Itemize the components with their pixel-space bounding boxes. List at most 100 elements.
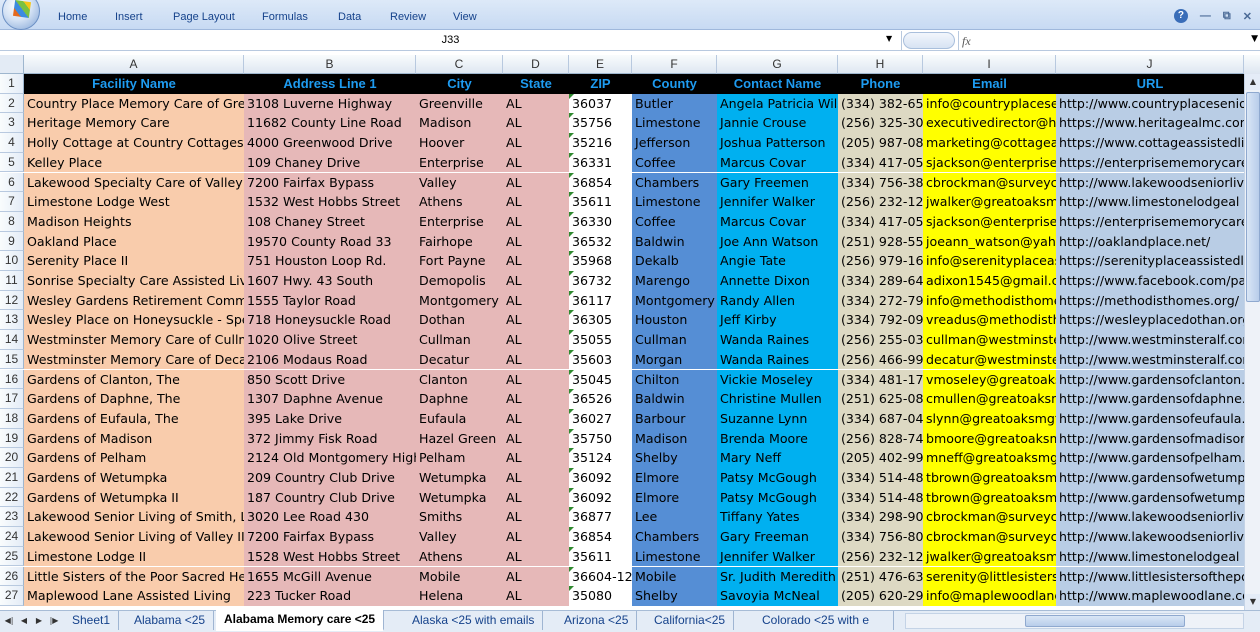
table-cell[interactable]: Angela Patricia Wilson bbox=[717, 93, 838, 114]
header-cell[interactable]: Contact Name bbox=[717, 74, 838, 94]
table-cell[interactable]: Baldwin bbox=[632, 231, 717, 252]
table-cell[interactable]: Helena bbox=[416, 586, 503, 606]
table-cell[interactable]: Wanda Raines bbox=[717, 349, 838, 370]
office-button[interactable] bbox=[2, 0, 40, 30]
table-cell[interactable]: Cullman bbox=[416, 330, 503, 350]
table-cell[interactable]: https://wesleyplacedothan.org bbox=[1056, 310, 1244, 331]
table-cell[interactable]: 35045 bbox=[569, 369, 632, 390]
table-cell[interactable]: AL bbox=[503, 172, 569, 193]
ribbon-tab-home[interactable]: Home bbox=[58, 10, 87, 25]
table-cell[interactable]: Jeff Kirby bbox=[717, 310, 838, 331]
table-cell[interactable]: http://www.limestonelodgeal bbox=[1056, 546, 1244, 567]
header-cell[interactable]: Facility Name bbox=[24, 74, 244, 94]
table-cell[interactable]: Limestone bbox=[632, 113, 717, 134]
table-cell[interactable]: 109 Chaney Drive bbox=[244, 152, 416, 173]
table-cell[interactable]: cbrockman@surveycore bbox=[923, 507, 1056, 528]
table-cell[interactable]: http://www.gardensofmadison.com bbox=[1056, 428, 1244, 449]
table-cell[interactable]: Chilton bbox=[632, 369, 717, 390]
table-cell[interactable]: 36092 bbox=[569, 468, 632, 488]
table-cell[interactable]: cmullen@greatoaksmgt bbox=[923, 389, 1056, 409]
table-cell[interactable]: Madison Heights bbox=[24, 211, 244, 232]
table-cell[interactable]: Gary Freemen bbox=[717, 172, 838, 193]
table-cell[interactable]: 108 Chaney Street bbox=[244, 211, 416, 232]
table-cell[interactable]: AL bbox=[503, 566, 569, 587]
table-cell[interactable]: 3020 Lee Road 430 bbox=[244, 507, 416, 528]
table-cell[interactable]: 11682 County Line Road bbox=[244, 113, 416, 134]
header-cell[interactable]: City bbox=[416, 74, 503, 94]
ribbon-tab-view[interactable]: View bbox=[453, 10, 477, 25]
row-header[interactable]: 22 bbox=[0, 487, 24, 508]
table-cell[interactable]: http://www.westminsteralf.com bbox=[1056, 330, 1244, 350]
table-cell[interactable]: 4000 Greenwood Drive bbox=[244, 133, 416, 153]
table-cell[interactable]: 36526 bbox=[569, 389, 632, 409]
table-cell[interactable]: 395 Lake Drive bbox=[244, 408, 416, 429]
table-cell[interactable]: 36092 bbox=[569, 487, 632, 508]
table-cell[interactable]: AL bbox=[503, 527, 569, 547]
table-cell[interactable]: http://www.lakewoodseniorliving bbox=[1056, 507, 1244, 528]
table-cell[interactable]: Smiths bbox=[416, 507, 503, 528]
table-cell[interactable]: Kelley Place bbox=[24, 152, 244, 173]
header-cell[interactable]: URL bbox=[1056, 74, 1244, 94]
table-cell[interactable]: http://www.westminsteralf.com bbox=[1056, 349, 1244, 370]
table-cell[interactable]: 7200 Fairfax Bypass bbox=[244, 527, 416, 547]
table-cell[interactable]: (334) 687-0430 bbox=[838, 408, 923, 429]
vertical-scroll-thumb[interactable] bbox=[1246, 92, 1260, 302]
row-header[interactable]: 11 bbox=[0, 271, 24, 291]
table-cell[interactable]: Athens bbox=[416, 192, 503, 212]
table-cell[interactable]: AL bbox=[503, 251, 569, 271]
table-cell[interactable]: Wesley Place on Honeysuckle - Special Ca… bbox=[24, 310, 244, 331]
table-cell[interactable]: Maplewood Lane Assisted Living bbox=[24, 586, 244, 606]
chevron-down-icon[interactable]: ▼ bbox=[886, 34, 892, 43]
table-cell[interactable]: Wanda Raines bbox=[717, 330, 838, 350]
table-cell[interactable]: AL bbox=[503, 192, 569, 212]
table-cell[interactable]: Gardens of Eufaula, The bbox=[24, 408, 244, 429]
table-cell[interactable]: Madison bbox=[416, 113, 503, 134]
table-cell[interactable]: Valley bbox=[416, 527, 503, 547]
table-cell[interactable]: 35216 bbox=[569, 133, 632, 153]
table-cell[interactable]: info@countryplacesenior bbox=[923, 93, 1056, 114]
row-header[interactable]: 17 bbox=[0, 389, 24, 409]
table-cell[interactable]: info@maplewoodlane bbox=[923, 586, 1056, 606]
column-header-h[interactable]: H bbox=[838, 55, 923, 74]
table-cell[interactable]: 1307 Daphne Avenue bbox=[244, 389, 416, 409]
table-cell[interactable]: 36604-1290 bbox=[569, 566, 632, 587]
table-cell[interactable]: 372 Jimmy Fisk Road bbox=[244, 428, 416, 449]
table-cell[interactable]: Hoover bbox=[416, 133, 503, 153]
table-cell[interactable]: 36877 bbox=[569, 507, 632, 528]
ribbon-tab-insert[interactable]: Insert bbox=[115, 10, 143, 25]
row-header[interactable]: 14 bbox=[0, 330, 24, 350]
table-cell[interactable]: Montgomery bbox=[416, 290, 503, 311]
table-cell[interactable]: Heritage Memory Care bbox=[24, 113, 244, 134]
table-cell[interactable]: https://www.cottageassistedliving bbox=[1056, 133, 1244, 153]
table-cell[interactable]: http://www.gardensofwetumpka bbox=[1056, 487, 1244, 508]
table-cell[interactable]: Country Place Memory Care of Greensboro bbox=[24, 93, 244, 114]
table-cell[interactable]: Little Sisters of the Poor Sacred Heart bbox=[24, 566, 244, 587]
table-cell[interactable]: AL bbox=[503, 468, 569, 488]
table-cell[interactable]: 1532 West Hobbs Street bbox=[244, 192, 416, 212]
table-cell[interactable]: 35750 bbox=[569, 428, 632, 449]
table-cell[interactable]: Limestone bbox=[632, 192, 717, 212]
table-cell[interactable]: AL bbox=[503, 211, 569, 232]
row-header[interactable]: 24 bbox=[0, 527, 24, 547]
table-cell[interactable]: tbrown@greatoaksmgt bbox=[923, 487, 1056, 508]
table-cell[interactable]: marketing@cottageassisted bbox=[923, 133, 1056, 153]
row-header[interactable]: 4 bbox=[0, 133, 24, 153]
ribbon-tab-review[interactable]: Review bbox=[390, 10, 426, 25]
table-cell[interactable]: Montgomery bbox=[632, 290, 717, 311]
row-header[interactable]: 19 bbox=[0, 428, 24, 449]
table-cell[interactable]: Fairhope bbox=[416, 231, 503, 252]
table-cell[interactable]: Hazel Green bbox=[416, 428, 503, 449]
table-cell[interactable]: http://www.littlesistersofthepoor bbox=[1056, 566, 1244, 587]
table-cell[interactable]: Butler bbox=[632, 93, 717, 114]
table-cell[interactable]: (334) 272-7917 bbox=[838, 290, 923, 311]
row-header[interactable]: 1 bbox=[0, 74, 24, 94]
table-cell[interactable]: Marcus Covar bbox=[717, 152, 838, 173]
sheet-tab-alabama[interactable]: Alabama <25 bbox=[126, 611, 215, 630]
column-header-i[interactable]: I bbox=[923, 55, 1056, 74]
table-cell[interactable]: Shelby bbox=[632, 586, 717, 606]
table-cell[interactable]: Gardens of Pelham bbox=[24, 448, 244, 468]
table-cell[interactable]: https://www.heritagealmc.com bbox=[1056, 113, 1244, 134]
table-cell[interactable]: (334) 417-0511 bbox=[838, 152, 923, 173]
table-cell[interactable]: Cullman bbox=[632, 330, 717, 350]
table-cell[interactable]: (334) 382-6507 bbox=[838, 93, 923, 114]
